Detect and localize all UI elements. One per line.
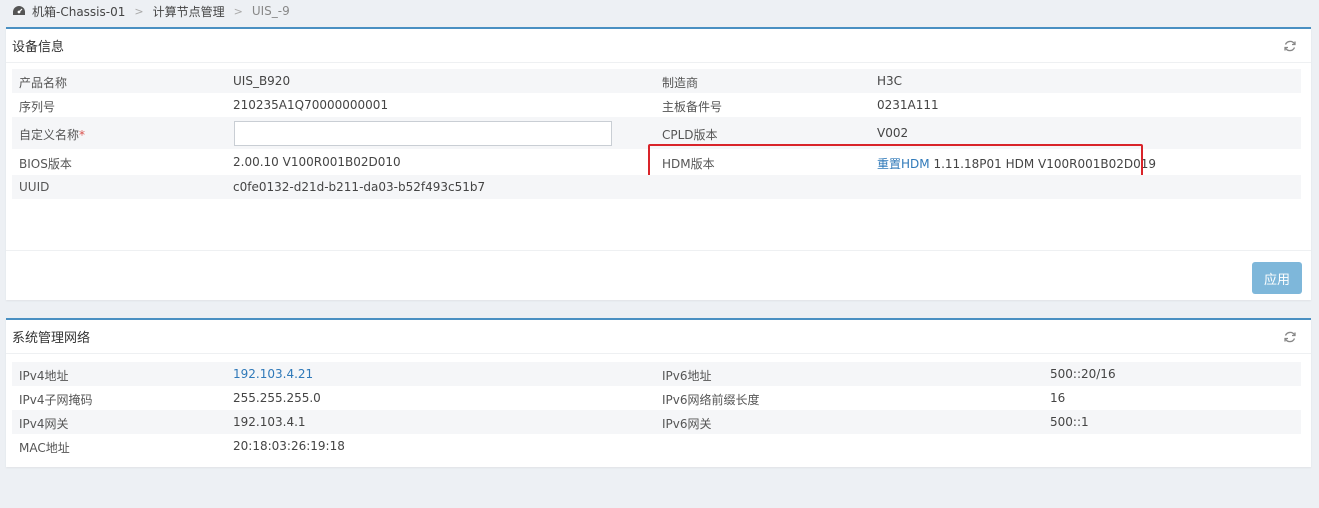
ipv6-label: IPv6地址 [662, 369, 712, 383]
ipv4-gateway-label: IPv4网关 [19, 417, 69, 431]
manufacturer-label: 制造商 [662, 76, 699, 90]
table-row [12, 69, 1301, 93]
custom-name-label: 自定义名称* [19, 126, 85, 143]
panel-title: 设备信息 [12, 40, 65, 55]
board-part-value: 0231A111 [877, 98, 939, 112]
ipv6-prefix-label: IPv6网络前缀长度 [662, 393, 760, 407]
breadcrumb-separator: > [134, 4, 144, 18]
network-header: 系统管理网络 [6, 320, 1311, 354]
serial-label: 序列号 [19, 100, 56, 114]
table-row [12, 386, 1301, 410]
divider [6, 250, 1311, 251]
table-row [12, 175, 1301, 199]
cpld-value: V002 [877, 126, 909, 140]
dashboard-icon [12, 5, 26, 17]
ipv6-value: 500::20/16 [1050, 367, 1116, 381]
board-part-label: 主板备件号 [662, 100, 723, 114]
custom-name-label-text: 自定义名称 [19, 128, 80, 142]
breadcrumb-current: UIS_-9 [251, 4, 290, 18]
serial-value: 210235A1Q70000000001 [233, 98, 389, 112]
apply-button[interactable]: 应用 [1252, 262, 1302, 294]
ipv4-gateway-value: 192.103.4.1 [233, 415, 306, 429]
cpld-label: CPLD版本 [662, 128, 718, 142]
table-row [12, 434, 1301, 458]
device-info-panel: 设备信息 产品名称 UIS_B920 制造商 H3C 序列号 210235A1Q… [6, 27, 1311, 300]
mac-label: MAC地址 [19, 441, 70, 455]
refresh-icon[interactable] [1283, 330, 1297, 344]
breadcrumb: 机箱-Chassis-01 > 计算节点管理 > UIS_-9 [12, 0, 290, 22]
ipv6-gateway-label: IPv6网关 [662, 417, 712, 431]
table-row [12, 410, 1301, 434]
uuid-label: UUID [19, 180, 50, 194]
ipv6-gateway-value: 500::1 [1050, 415, 1089, 429]
product-name-value: UIS_B920 [233, 74, 291, 88]
ipv6-prefix-value: 16 [1050, 391, 1066, 405]
bios-value: 2.00.10 V100R001B02D010 [233, 155, 401, 169]
breadcrumb-compute-node[interactable]: 计算节点管理 [153, 3, 225, 20]
breadcrumb-separator: > [233, 4, 243, 18]
ipv4-mask-value: 255.255.255.0 [233, 391, 321, 405]
custom-name-input[interactable] [234, 121, 612, 146]
required-mark: * [79, 128, 86, 142]
ipv4-label: IPv4地址 [19, 369, 69, 383]
network-panel: 系统管理网络 IPv4地址 192.103.4.21 IPv6地址 500::2… [6, 318, 1311, 467]
table-row [12, 93, 1301, 117]
mac-value: 20:18:03:26:19:18 [233, 439, 345, 453]
product-name-label: 产品名称 [19, 76, 68, 90]
ipv4-mask-label: IPv4子网掩码 [19, 393, 93, 407]
uuid-value: c0fe0132-d21d-b211-da03-b52f493c51b7 [233, 180, 486, 194]
panel-title: 系统管理网络 [12, 331, 91, 346]
refresh-icon[interactable] [1283, 39, 1297, 53]
bios-label: BIOS版本 [19, 157, 72, 171]
breadcrumb-chassis[interactable]: 机箱-Chassis-01 [32, 3, 125, 20]
device-info-header: 设备信息 [6, 29, 1311, 63]
manufacturer-value: H3C [877, 74, 903, 88]
ipv4-value-link[interactable]: 192.103.4.21 [233, 367, 313, 381]
